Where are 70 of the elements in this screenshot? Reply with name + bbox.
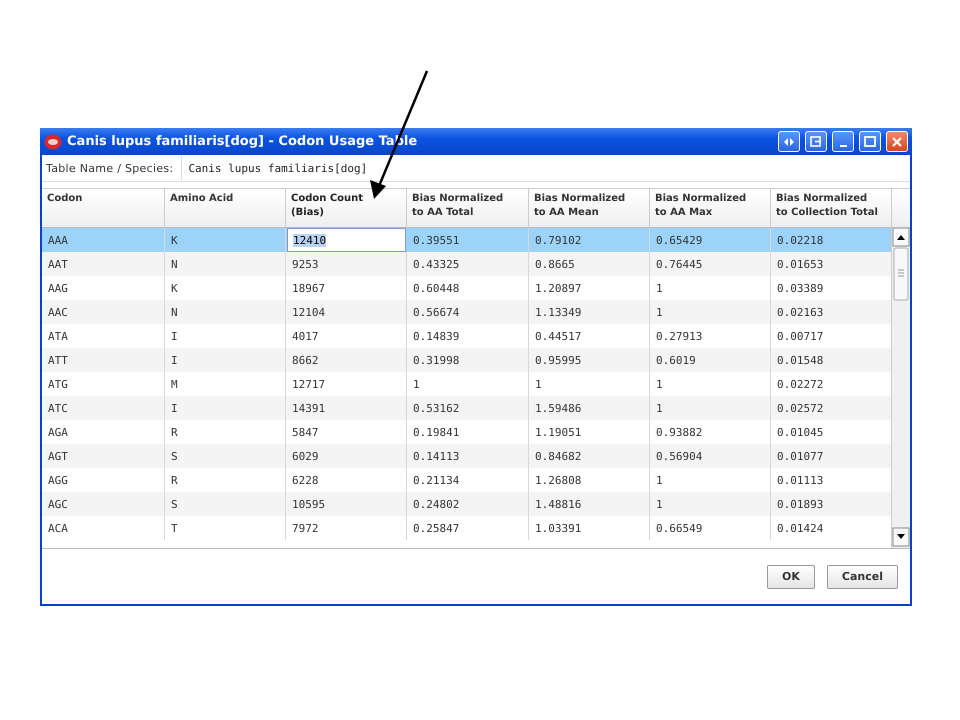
minimize-button[interactable] <box>832 131 854 152</box>
table-cell: 0.14113 <box>407 444 529 468</box>
table-cell: 9253 <box>286 252 407 276</box>
table-row[interactable]: ATC I 14391 0.53162 1.59486 1 0.02572 <box>42 396 891 420</box>
table-cell: 1 <box>650 492 771 516</box>
column-header[interactable]: Codon <box>42 189 165 227</box>
arrows-button[interactable] <box>778 131 800 152</box>
table-row[interactable]: ATT I 8662 0.31998 0.95995 0.6019 0.01548 <box>42 348 891 372</box>
column-header[interactable]: Bias Normalized to AA Total <box>407 189 529 227</box>
table-cell: AGC <box>42 492 165 516</box>
column-header[interactable]: Bias Normalized to AA Max <box>650 189 771 227</box>
detach-button[interactable] <box>805 131 827 152</box>
column-header[interactable]: Amino Acid <box>165 189 286 227</box>
table-cell: AAC <box>42 300 165 324</box>
table-cell: 0.76445 <box>650 252 771 276</box>
table-cell: N <box>165 300 286 324</box>
table-cell: 7972 <box>286 516 407 540</box>
table-cell: ATC <box>42 396 165 420</box>
table-cell: I <box>165 348 286 372</box>
table-cell: 0.31998 <box>407 348 529 372</box>
table-cell: 0.53162 <box>407 396 529 420</box>
close-icon <box>891 136 903 148</box>
table-cell: 1.59486 <box>529 396 650 420</box>
detach-icon <box>810 136 822 147</box>
table-cell: AAT <box>42 252 165 276</box>
table-cell: 0.8665 <box>529 252 650 276</box>
dialog-button[interactable]: OK <box>767 564 815 588</box>
minimize-icon <box>840 144 846 146</box>
table-cell: 1.48816 <box>529 492 650 516</box>
table-cell: 1 <box>650 300 771 324</box>
table-cell: 0.66549 <box>650 516 771 540</box>
table-cell: 0.56904 <box>650 444 771 468</box>
table-cell: N <box>165 252 286 276</box>
table-cell: 12104 <box>286 300 407 324</box>
table-cell: 0.43325 <box>407 252 529 276</box>
table-cell: 8662 <box>286 348 407 372</box>
dialog-button[interactable]: Cancel <box>826 564 898 588</box>
table-cell: 0.6019 <box>650 348 771 372</box>
table-cell: S <box>165 492 286 516</box>
table-cell: ATT <box>42 348 165 372</box>
table-cell: 1.03391 <box>529 516 650 540</box>
table-cell: 0.95995 <box>529 348 650 372</box>
cell-editor-field[interactable]: 12410 <box>287 228 406 252</box>
table-cell: 0.24802 <box>407 492 529 516</box>
table-cell: ACA <box>42 516 165 540</box>
table-cell: T <box>165 516 286 540</box>
column-header[interactable]: Bias Normalized to AA Mean <box>529 189 650 227</box>
table-cell: S <box>165 444 286 468</box>
table-name-label: Table Name / Species: <box>45 162 174 174</box>
table-cell: 1 <box>650 396 771 420</box>
table-cell: 0.84682 <box>529 444 650 468</box>
table-cell: 6029 <box>286 444 407 468</box>
table-cell: 1.13349 <box>529 300 650 324</box>
arrows-icon <box>783 136 795 146</box>
table-cell: 10595 <box>286 492 407 516</box>
maximize-button[interactable] <box>859 131 881 152</box>
table-row[interactable]: AAT N 9253 0.43325 0.8665 0.76445 0.01653 <box>42 252 891 276</box>
table-row[interactable]: AGC S 10595 0.24802 1.48816 1 0.01893 <box>42 492 891 516</box>
table-row[interactable]: AAC N 12104 0.56674 1.13349 1 0.02163 <box>42 300 891 324</box>
scrollbar-drawing[interactable] <box>892 228 910 548</box>
table-row[interactable]: AAA K 12410 0.39551 0.79102 0.65429 0.02218 <box>42 228 891 252</box>
maximize-icon <box>864 136 876 147</box>
close-button[interactable] <box>886 131 908 152</box>
app-logo-icon <box>44 134 62 150</box>
table-cell: 0.56674 <box>407 300 529 324</box>
table-cell: 14391 <box>286 396 407 420</box>
table-cell: I <box>165 396 286 420</box>
table-cell: 0.25847 <box>407 516 529 540</box>
table-row[interactable]: AGT S 6029 0.14113 0.84682 0.56904 0.01077 <box>42 444 891 468</box>
table-cell: AGT <box>42 444 165 468</box>
